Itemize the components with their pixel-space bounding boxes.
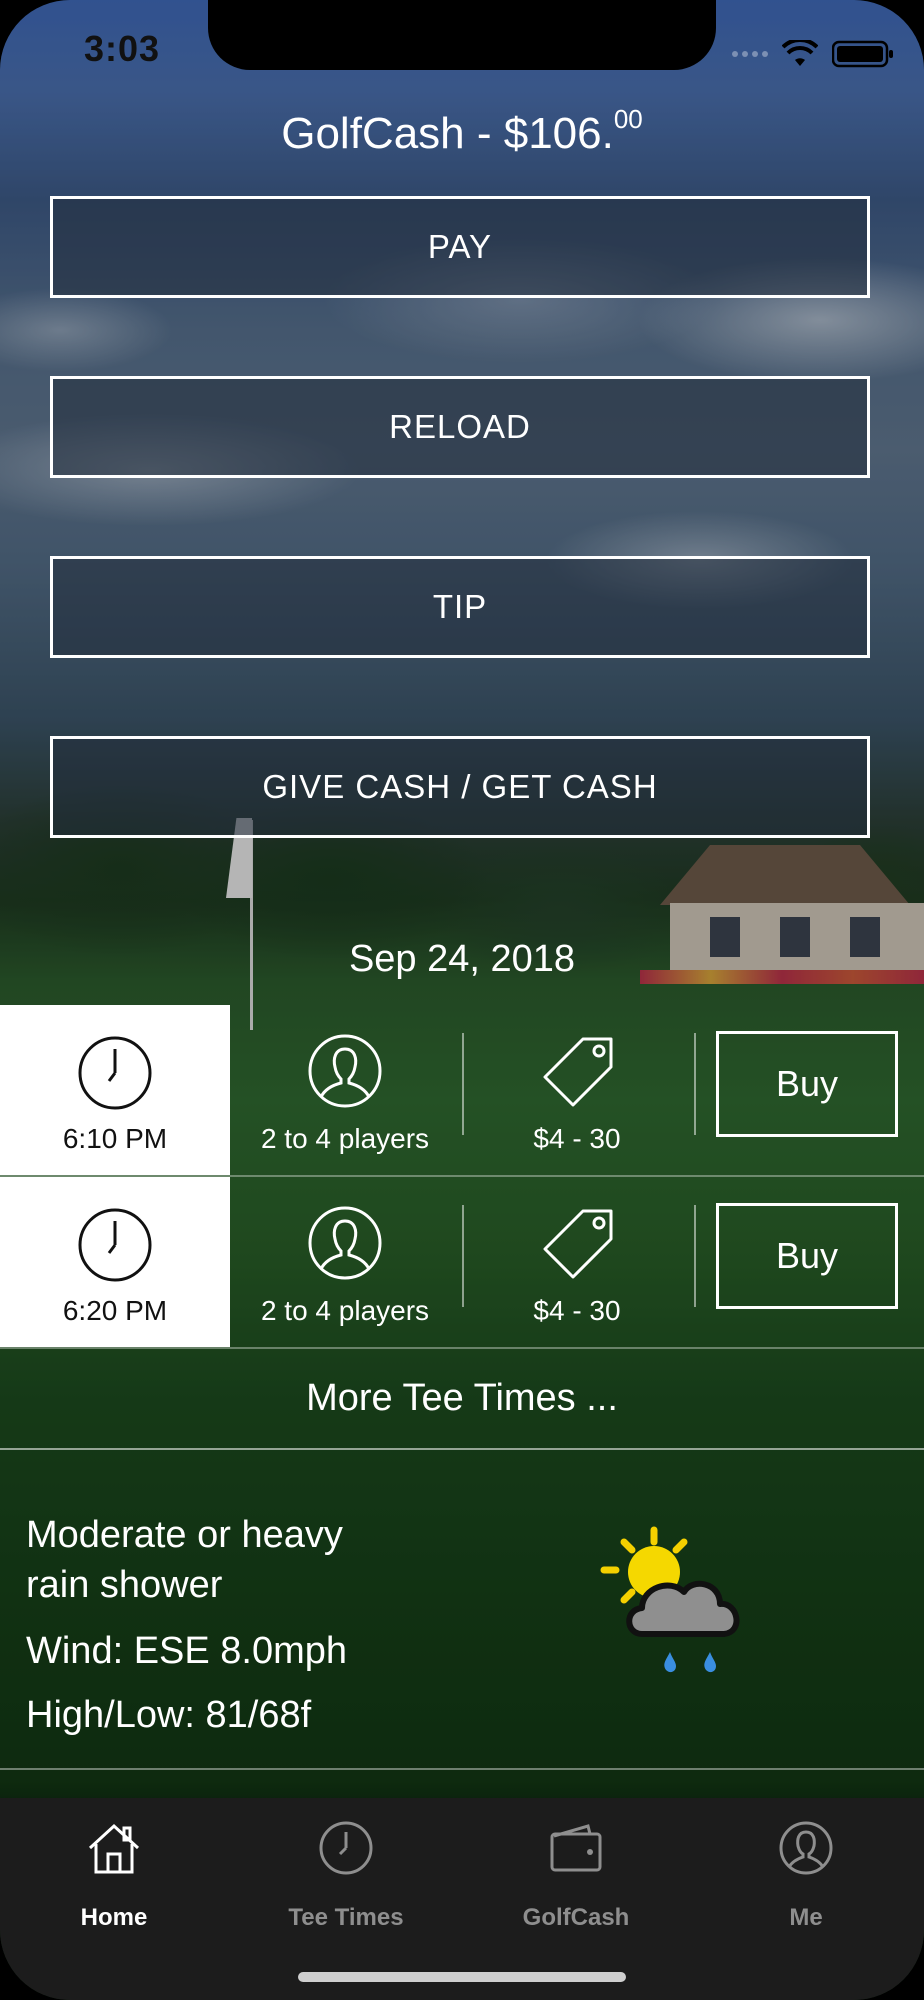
tab-tee-times[interactable]: Tee Times xyxy=(246,1812,446,1932)
tab-golfcash[interactable]: GolfCash xyxy=(476,1812,676,1932)
sun-cloud-rain-icon xyxy=(600,1526,740,1673)
person-icon xyxy=(779,1821,833,1875)
weather-divider xyxy=(0,1768,924,1770)
price-tag-icon xyxy=(543,1209,613,1279)
wallet-icon xyxy=(550,1824,602,1872)
battery-icon xyxy=(832,40,893,68)
status-indicators xyxy=(732,40,894,68)
person-icon xyxy=(308,1206,382,1280)
tab-golfcash-label: GolfCash xyxy=(522,1904,630,1931)
tip-button[interactable]: TIP xyxy=(50,556,870,658)
pay-button[interactable]: PAY xyxy=(50,196,870,298)
person-icon xyxy=(308,1034,382,1108)
device-notch xyxy=(208,0,716,70)
tab-tee-times-label: Tee Times xyxy=(288,1904,404,1931)
players-cell: 2 to 4 players xyxy=(230,1005,460,1175)
row-divider xyxy=(694,1205,696,1307)
signal-icon xyxy=(732,51,768,57)
players-label: 2 to 4 players xyxy=(260,1123,430,1154)
price-tag-icon xyxy=(543,1037,613,1107)
tee-times-date: Sep 24, 2018 xyxy=(348,938,576,980)
weather-high-low: High/Low: 81/68f xyxy=(26,1694,312,1736)
buy-button[interactable]: Buy xyxy=(716,1031,898,1137)
tab-me[interactable]: Me xyxy=(706,1812,906,1932)
wifi-icon xyxy=(782,40,818,66)
give-get-cash-button[interactable]: GIVE CASH / GET CASH xyxy=(50,736,870,838)
tee-time-cell[interactable]: 6:20 PM xyxy=(0,1177,230,1347)
weather-panel: Moderate or heavy rain shower Wind: ESE … xyxy=(0,1450,924,1770)
players-cell: 2 to 4 players xyxy=(230,1177,460,1347)
tee-time-label: 6:20 PM xyxy=(62,1295,168,1326)
buy-button[interactable]: Buy xyxy=(716,1203,898,1309)
players-label: 2 to 4 players xyxy=(260,1295,430,1326)
home-indicator[interactable] xyxy=(298,1972,626,1982)
home-icon xyxy=(88,1823,140,1874)
more-tee-times-link[interactable]: More Tee Times ... xyxy=(0,1348,924,1450)
golfcash-cents: 00 xyxy=(613,104,643,134)
golfcash-balance: GolfCash - $106.00 xyxy=(0,104,924,159)
reload-button[interactable]: RELOAD xyxy=(50,376,870,478)
clock-icon xyxy=(319,1821,373,1875)
tab-me-label: Me xyxy=(789,1904,823,1931)
status-time: 3:03 xyxy=(84,28,161,69)
row-divider xyxy=(694,1033,696,1135)
golfcash-title-text: GolfCash - $106. xyxy=(281,109,614,158)
tee-time-row: 6:10 PM 2 to 4 players $4 - 30 Buy xyxy=(0,1005,924,1177)
weather-condition-line1: Moderate or heavy xyxy=(26,1514,343,1556)
weather-wind: Wind: ESE 8.0mph xyxy=(26,1630,348,1672)
price-label: $4 - 30 xyxy=(533,1295,621,1326)
tab-bar: Home Tee Times GolfCash Me xyxy=(0,1798,924,2000)
tee-time-row: 6:20 PM 2 to 4 players $4 - 30 Buy xyxy=(0,1177,924,1349)
clock-icon xyxy=(78,1036,152,1110)
price-cell: $4 - 30 xyxy=(462,1005,692,1175)
tee-time-label: 6:10 PM xyxy=(62,1123,168,1154)
price-label: $4 - 30 xyxy=(533,1123,621,1154)
phone-screen: 3:03 GolfCash - $106.00 PAY RELOAD TIP G… xyxy=(0,0,924,2000)
tee-time-cell[interactable]: 6:10 PM xyxy=(0,1005,230,1175)
clock-icon xyxy=(78,1208,152,1282)
tab-home[interactable]: Home xyxy=(14,1812,214,1932)
weather-condition-line2: rain shower xyxy=(26,1564,223,1606)
price-cell: $4 - 30 xyxy=(462,1177,692,1347)
tab-home-label: Home xyxy=(80,1904,148,1931)
